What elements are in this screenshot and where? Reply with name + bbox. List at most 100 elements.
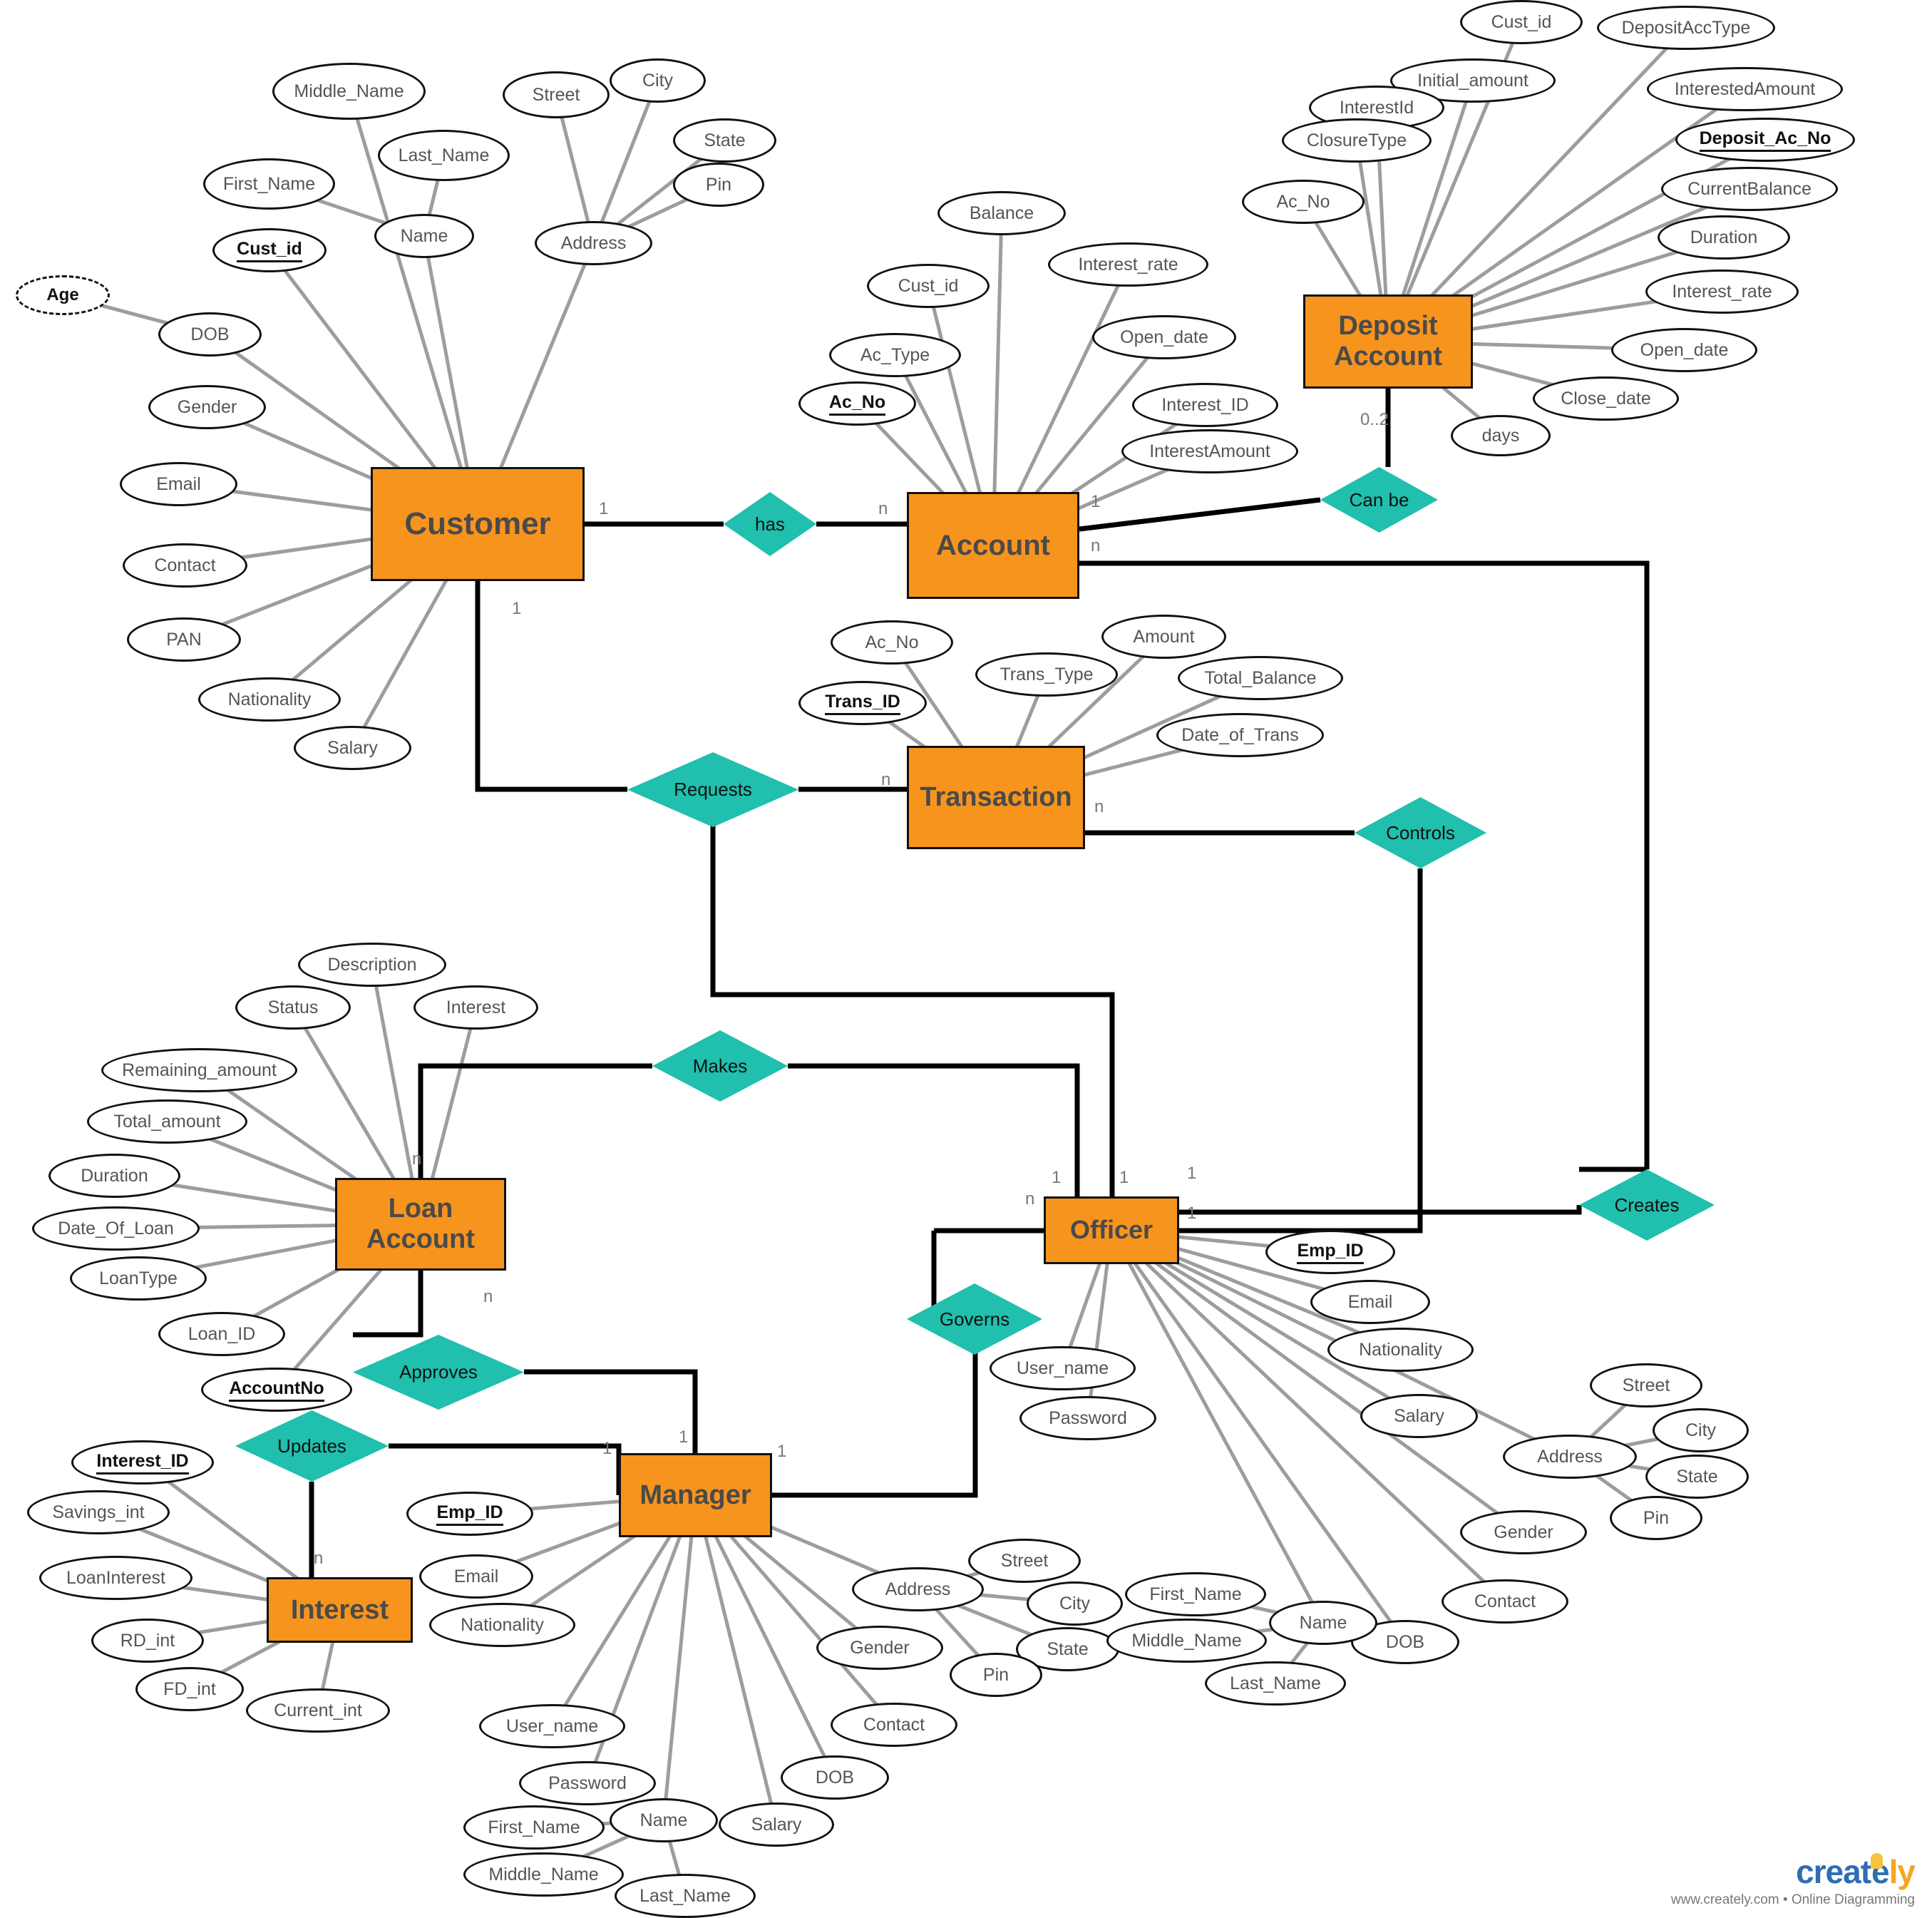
attribute-cust_last_name[interactable]: Last_Name <box>378 130 510 181</box>
attribute-mg_middle_name[interactable]: Middle_Name <box>463 1852 624 1897</box>
attribute-acc_open_date[interactable]: Open_date <box>1092 315 1236 359</box>
entity-manager[interactable]: Manager <box>619 1453 772 1537</box>
attribute-da_close_date[interactable]: Close_date <box>1533 376 1679 421</box>
attribute-mg_emp_id[interactable]: Emp_ID <box>406 1492 533 1536</box>
attribute-da_type[interactable]: DepositAccType <box>1597 6 1775 50</box>
attribute-mg_salary[interactable]: Salary <box>719 1802 834 1847</box>
attribute-cust_nationality[interactable]: Nationality <box>198 677 341 722</box>
attribute-int_savings[interactable]: Savings_int <box>27 1490 170 1534</box>
attribute-cust_street[interactable]: Street <box>503 71 610 118</box>
attribute-la_account_no[interactable]: AccountNo <box>201 1368 352 1412</box>
attribute-mg_last_name[interactable]: Last_Name <box>615 1874 756 1918</box>
attribute-mg_dob[interactable]: DOB <box>781 1755 889 1800</box>
attribute-acc_interest_amount[interactable]: InterestAmount <box>1121 429 1298 473</box>
attribute-mg_email[interactable]: Email <box>419 1554 533 1599</box>
attribute-acc_balance[interactable]: Balance <box>937 191 1066 235</box>
attribute-of_first_name[interactable]: First_Name <box>1125 1572 1266 1616</box>
entity-interest[interactable]: Interest <box>267 1577 413 1643</box>
attribute-mg_contact[interactable]: Contact <box>831 1703 957 1747</box>
attribute-da_interested_amount[interactable]: InterestedAmount <box>1647 67 1843 111</box>
attribute-la_remaining_amount[interactable]: Remaining_amount <box>101 1048 297 1092</box>
attribute-da_cust_id[interactable]: Cust_id <box>1460 0 1583 44</box>
attribute-mg_pin[interactable]: Pin <box>950 1653 1042 1697</box>
attribute-cust_first_name[interactable]: First_Name <box>203 158 335 210</box>
attribute-tr_date[interactable]: Date_of_Trans <box>1156 713 1324 757</box>
attribute-la_duration[interactable]: Duration <box>48 1154 180 1198</box>
entity-customer[interactable]: Customer <box>371 467 585 581</box>
attribute-of_name[interactable]: Name <box>1269 1601 1377 1645</box>
attribute-da_deposit_ac_no[interactable]: Deposit_Ac_No <box>1675 118 1855 162</box>
attribute-int_loan[interactable]: LoanInterest <box>39 1556 192 1600</box>
attribute-of_state[interactable]: State <box>1645 1455 1749 1499</box>
attribute-cust_city[interactable]: City <box>610 58 706 103</box>
attribute-mg_first_name[interactable]: First_Name <box>463 1805 605 1850</box>
attribute-of_user_name[interactable]: User_name <box>990 1346 1136 1390</box>
attribute-address_cust[interactable]: Address <box>535 221 652 265</box>
attribute-int_current[interactable]: Current_int <box>246 1688 390 1733</box>
attribute-tr_id[interactable]: Trans_ID <box>798 681 927 725</box>
attribute-da_days[interactable]: days <box>1451 415 1551 456</box>
attribute-mg_name[interactable]: Name <box>610 1798 718 1842</box>
attribute-mg_password[interactable]: Password <box>519 1761 656 1805</box>
attribute-la_loan_id[interactable]: Loan_ID <box>158 1312 285 1356</box>
attribute-mg_city[interactable]: City <box>1027 1581 1123 1626</box>
attribute-acc_interest_rate[interactable]: Interest_rate <box>1048 242 1208 287</box>
attribute-cust_id[interactable]: Cust_id <box>212 228 327 272</box>
entity-deposit_account[interactable]: Deposit Account <box>1303 294 1473 389</box>
attribute-cust_age[interactable]: Age <box>16 275 110 315</box>
attribute-cust_state[interactable]: State <box>673 118 776 163</box>
attribute-la_description[interactable]: Description <box>298 943 446 987</box>
attribute-of_gender[interactable]: Gender <box>1460 1510 1587 1554</box>
attribute-cust_contact[interactable]: Contact <box>123 543 247 588</box>
attribute-mg_user_name[interactable]: User_name <box>479 1704 625 1748</box>
attribute-of_city[interactable]: City <box>1653 1408 1749 1452</box>
attribute-da_ac_no[interactable]: Ac_No <box>1242 180 1365 224</box>
attribute-mg_address[interactable]: Address <box>852 1567 984 1611</box>
attribute-of_contact[interactable]: Contact <box>1442 1579 1568 1624</box>
attribute-da_duration[interactable]: Duration <box>1658 215 1790 260</box>
entity-account[interactable]: Account <box>907 492 1079 599</box>
attribute-tr_amount[interactable]: Amount <box>1101 615 1226 659</box>
attribute-of_nationality[interactable]: Nationality <box>1327 1328 1474 1372</box>
attribute-tr_type[interactable]: Trans_Type <box>975 652 1118 697</box>
attribute-int_rd[interactable]: RD_int <box>91 1619 204 1663</box>
attribute-of_middle_name[interactable]: Middle_Name <box>1106 1619 1267 1663</box>
attribute-mg_gender[interactable]: Gender <box>816 1626 943 1670</box>
attribute-cust_email[interactable]: Email <box>120 462 237 506</box>
attribute-of_last_name[interactable]: Last_Name <box>1205 1661 1346 1706</box>
attribute-mg_nationality[interactable]: Nationality <box>429 1603 575 1647</box>
attribute-la_total_amount[interactable]: Total_amount <box>87 1099 247 1144</box>
attribute-da_open_date[interactable]: Open_date <box>1611 328 1757 372</box>
entity-loan_account[interactable]: Loan Account <box>335 1178 506 1271</box>
attribute-acc_type[interactable]: Ac_Type <box>829 333 961 377</box>
attribute-cust_middle_name[interactable]: Middle_Name <box>272 63 426 120</box>
attribute-of_email[interactable]: Email <box>1310 1280 1430 1324</box>
attribute-cust_salary[interactable]: Salary <box>294 726 411 770</box>
attribute-da_closure_type[interactable]: ClosureType <box>1282 118 1432 163</box>
attribute-la_loan_type[interactable]: LoanType <box>70 1256 207 1301</box>
attribute-acc_no[interactable]: Ac_No <box>798 381 916 426</box>
attribute-acc_cust_id[interactable]: Cust_id <box>867 264 990 308</box>
attribute-of_salary[interactable]: Salary <box>1360 1394 1478 1438</box>
attribute-la_status[interactable]: Status <box>235 985 351 1030</box>
attribute-int_fd[interactable]: FD_int <box>135 1667 244 1711</box>
attribute-la_date_of_loan[interactable]: Date_Of_Loan <box>32 1206 200 1251</box>
attribute-da_interest_rate[interactable]: Interest_rate <box>1645 270 1799 314</box>
attribute-tr_total_balance[interactable]: Total_Balance <box>1178 656 1343 700</box>
attribute-of_emp_id[interactable]: Emp_ID <box>1265 1230 1395 1274</box>
attribute-acc_interest_id[interactable]: Interest_ID <box>1132 383 1278 427</box>
attribute-of_pin[interactable]: Pin <box>1610 1496 1702 1540</box>
attribute-cust_pin[interactable]: Pin <box>673 163 764 207</box>
attribute-tr_ac_no[interactable]: Ac_No <box>831 620 953 665</box>
entity-transaction[interactable]: Transaction <box>907 746 1085 849</box>
attribute-cust_gender[interactable]: Gender <box>148 385 266 429</box>
attribute-of_password[interactable]: Password <box>1019 1396 1156 1440</box>
attribute-of_street[interactable]: Street <box>1590 1363 1702 1407</box>
entity-officer[interactable]: Officer <box>1044 1196 1179 1264</box>
attribute-cust_dob[interactable]: DOB <box>158 312 262 357</box>
attribute-int_interest_id[interactable]: Interest_ID <box>71 1440 214 1484</box>
attribute-name_cust[interactable]: Name <box>374 214 474 258</box>
attribute-cust_pan[interactable]: PAN <box>127 617 241 662</box>
attribute-of_address[interactable]: Address <box>1503 1435 1637 1479</box>
attribute-la_interest[interactable]: Interest <box>413 985 538 1030</box>
